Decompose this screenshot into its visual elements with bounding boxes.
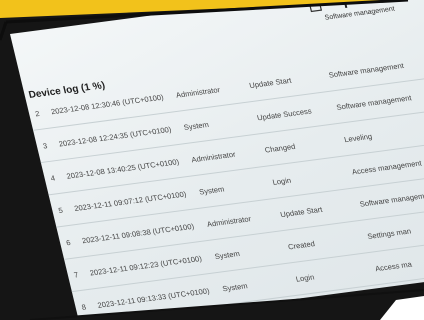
row-module: Leveling <box>343 131 374 145</box>
row-user: System <box>213 249 241 262</box>
row-user: Administrator <box>206 214 252 229</box>
row-action: Update Success <box>256 106 313 123</box>
row-user: System <box>198 184 226 197</box>
row-user: Administrator <box>190 149 237 165</box>
row-timestamp: 2023-12-08 12:30:46 (UTC+0100) <box>50 92 165 117</box>
row-number: 2 <box>34 108 41 119</box>
row-action: Changed <box>263 141 297 155</box>
row-number: 7 <box>72 270 80 280</box>
row-module: Software managemen <box>358 190 424 209</box>
row-module: Settings man <box>366 226 412 241</box>
row-user: System <box>182 119 210 133</box>
row-timestamp: 2023-12-11 09:08:38 (UTC+0100) <box>81 221 195 246</box>
row-number: 4 <box>49 173 56 183</box>
row-timestamp: 2023-12-08 12:24:35 (UTC+0100) <box>57 124 173 149</box>
row-module: Software management <box>335 93 413 112</box>
screen-area: SARTO Software management Device log (1 … <box>0 0 424 320</box>
row-number: 3 <box>42 141 49 151</box>
row-user: Administrator <box>175 85 221 100</box>
row-module: Access management <box>350 158 423 177</box>
photo-scene: SARTO Software management Device log (1 … <box>0 0 424 320</box>
row-action: Login <box>271 175 292 187</box>
row-action: Update Start <box>248 75 293 91</box>
row-number: 5 <box>57 205 64 216</box>
row-action: Update Start <box>279 204 324 220</box>
row-timestamp: 2023-12-11 09:13:33 (UTC+0100) <box>96 286 211 310</box>
row-number: 8 <box>80 302 87 312</box>
row-timestamp: 2023-12-11 09:07:12 (UTC+0100) <box>73 189 188 213</box>
row-module: Software management <box>327 60 405 80</box>
row-module: Access ma <box>374 259 413 274</box>
row-timestamp: 2023-12-08 13:40:25 (UTC+0100) <box>65 157 180 181</box>
row-action: Login <box>294 272 316 284</box>
row-number: 6 <box>65 237 72 248</box>
row-action: Created <box>287 239 316 252</box>
row-user: System <box>221 281 249 294</box>
row-timestamp: 2023-12-11 09:12:23 (UTC+0100) <box>88 254 203 278</box>
device-screen: SARTO Software management Device log (1 … <box>10 0 424 320</box>
